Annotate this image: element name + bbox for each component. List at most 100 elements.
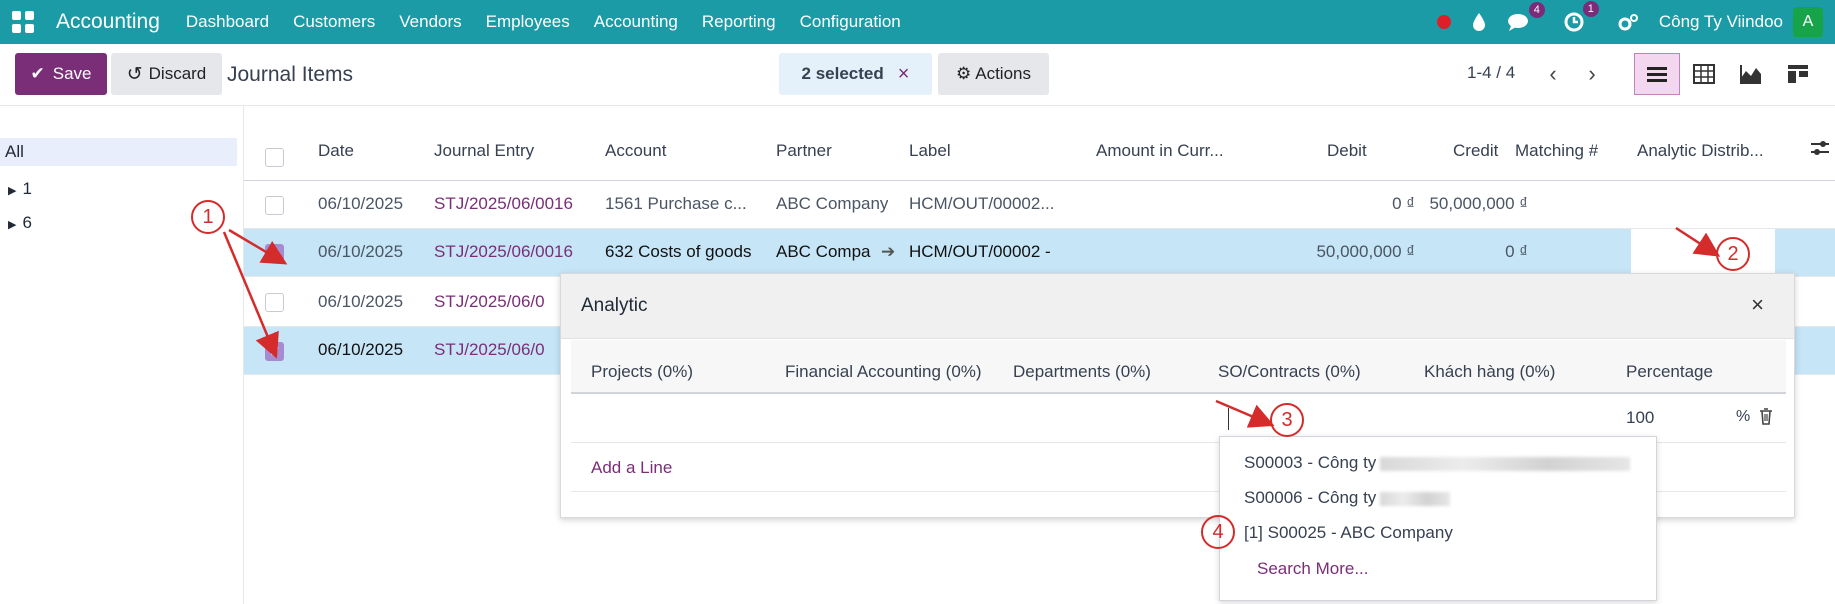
- search-panel-sidebar: All ▶ 1 ▶ 6: [0, 106, 244, 604]
- menu-configuration[interactable]: Configuration: [800, 12, 901, 32]
- col-analytic-distribution[interactable]: Analytic Distrib...: [1637, 141, 1764, 161]
- table-row[interactable]: 06/10/2025 STJ/2025/06/0016 1561 Purchas…: [244, 181, 1835, 229]
- option-label: [1] S00025 - ABC Company: [1244, 523, 1453, 542]
- close-icon[interactable]: ×: [1751, 292, 1764, 318]
- search-more-link[interactable]: Search More...: [1257, 559, 1369, 579]
- col-amount-currency[interactable]: Amount in Curr...: [1096, 141, 1224, 161]
- selected-count: 2 selected: [801, 64, 884, 83]
- add-line-link[interactable]: Add a Line: [591, 458, 672, 478]
- drop-icon[interactable]: [1471, 12, 1487, 32]
- company-switcher[interactable]: Công Ty Viindoo: [1659, 12, 1783, 32]
- kanban-view-icon[interactable]: [1775, 53, 1821, 95]
- annotation-marker-4: 4: [1201, 515, 1235, 549]
- row-checkbox[interactable]: [265, 196, 284, 215]
- actions-label: Actions: [975, 64, 1031, 83]
- cell-partner: ABC Company: [776, 194, 889, 213]
- avatar[interactable]: A: [1793, 7, 1823, 37]
- analytic-popup-title: Analytic: [581, 295, 648, 316]
- cell-date: 06/10/2025: [318, 292, 404, 311]
- top-navbar: Accounting Dashboard Customers Vendors E…: [0, 0, 1835, 44]
- settings-gears-icon[interactable]: [1617, 12, 1639, 32]
- check-icon: ✔: [30, 64, 45, 83]
- col-credit[interactable]: Credit: [1453, 141, 1498, 161]
- menu-reporting[interactable]: Reporting: [702, 12, 776, 32]
- sidebar-group-label: 1: [22, 179, 32, 198]
- graph-view-icon[interactable]: [1728, 53, 1774, 95]
- chat-icon[interactable]: 4: [1507, 2, 1545, 32]
- cell-journal-entry[interactable]: STJ/2025/06/0016: [434, 242, 573, 262]
- pager-value[interactable]: 1-4 / 4: [1467, 63, 1515, 83]
- control-panel: ✔ Save ↺ Discard Journal Items 2 selecte…: [0, 44, 1835, 106]
- chat-badge: 4: [1528, 2, 1545, 18]
- record-icon[interactable]: [1436, 15, 1451, 29]
- pager-previous-icon[interactable]: ‹: [1538, 56, 1568, 92]
- activity-clock-icon[interactable]: 1: [1563, 1, 1599, 33]
- percentage-input[interactable]: 100: [1626, 408, 1654, 428]
- dropdown-option[interactable]: [1] S00025 - ABC Company: [1244, 523, 1453, 543]
- cell-credit: 50,000,000 ₫: [1429, 194, 1528, 213]
- menu-vendors[interactable]: Vendors: [399, 12, 461, 32]
- activity-badge: 1: [1582, 1, 1599, 17]
- actions-button[interactable]: ⚙ Actions: [938, 53, 1049, 95]
- cell-date: 06/10/2025: [318, 340, 404, 359]
- col-so-contracts: SO/Contracts (0%): [1218, 362, 1361, 381]
- save-label: Save: [52, 64, 92, 83]
- option-label: S00006 - Công ty: [1244, 488, 1377, 507]
- row-checkbox[interactable]: [265, 293, 284, 312]
- caret-right-icon: ▶: [8, 185, 17, 197]
- clear-selection-icon[interactable]: ×: [898, 63, 910, 86]
- col-account[interactable]: Account: [605, 141, 666, 161]
- col-date[interactable]: Date: [318, 141, 354, 161]
- col-label[interactable]: Label: [909, 141, 951, 161]
- menu-accounting[interactable]: Accounting: [594, 12, 678, 32]
- cell-journal-entry[interactable]: STJ/2025/06/0: [434, 340, 545, 360]
- sidebar-group-label: 6: [22, 213, 32, 232]
- row-checkbox-checked[interactable]: ✔: [265, 342, 284, 361]
- trash-icon[interactable]: [1758, 407, 1774, 430]
- annotation-marker-2: 2: [1716, 237, 1750, 271]
- pivot-view-icon[interactable]: [1681, 53, 1727, 95]
- percent-sign: %: [1736, 408, 1751, 425]
- save-button[interactable]: ✔ Save: [15, 53, 107, 95]
- app-brand[interactable]: Accounting: [56, 10, 160, 34]
- annotation-marker-3: 3: [1270, 403, 1304, 437]
- cell-credit[interactable]: 0 ₫: [1390, 242, 1528, 262]
- table-row[interactable]: ✔ 06/10/2025 STJ/2025/06/0016 632 Costs …: [244, 229, 1835, 277]
- cell-journal-entry[interactable]: STJ/2025/06/0: [434, 292, 545, 312]
- table-header: Date Journal Entry Account Partner Label…: [244, 106, 1835, 181]
- row-checkbox-checked[interactable]: ✔: [265, 244, 284, 263]
- page-title: Journal Items: [227, 63, 354, 86]
- apps-grid-icon[interactable]: [12, 11, 34, 33]
- sidebar-group-6[interactable]: ▶ 6: [8, 213, 32, 233]
- col-debit[interactable]: Debit: [1327, 141, 1367, 161]
- cell-account[interactable]: 632 Costs of goods: [605, 242, 767, 262]
- menu-customers[interactable]: Customers: [293, 12, 375, 32]
- col-percentage: Percentage: [1626, 362, 1713, 381]
- analytic-distribution-cell[interactable]: [1631, 229, 1775, 277]
- so-contract-autocomplete: S00003 - Công ty S00006 - Công ty [1] S0…: [1219, 436, 1657, 601]
- dropdown-option[interactable]: S00003 - Công ty: [1244, 453, 1631, 473]
- sidebar-group-1[interactable]: ▶ 1: [8, 179, 32, 199]
- optional-columns-icon[interactable]: [1810, 139, 1830, 162]
- menu-employees[interactable]: Employees: [486, 12, 570, 32]
- sidebar-item-all[interactable]: All: [0, 138, 237, 166]
- select-all-checkbox[interactable]: [265, 148, 284, 167]
- cell-journal-entry[interactable]: STJ/2025/06/0016: [434, 194, 573, 214]
- col-partner[interactable]: Partner: [776, 141, 832, 161]
- cell-label: HCM/OUT/00002...: [909, 194, 1055, 213]
- arrow-right-icon[interactable]: ➔: [881, 242, 895, 262]
- list-view-icon[interactable]: [1634, 53, 1680, 95]
- cell-label[interactable]: HCM/OUT/00002 -: [909, 242, 1072, 262]
- dropdown-option[interactable]: S00006 - Công ty: [1244, 488, 1451, 508]
- so-contract-input[interactable]: [1228, 408, 1229, 430]
- col-financial-accounting: Financial Accounting (0%): [785, 362, 982, 381]
- pager-next-icon[interactable]: ›: [1577, 56, 1607, 92]
- option-label: S00003 - Công ty: [1244, 453, 1377, 472]
- analytic-columns-header: Projects (0%) Financial Accounting (0%) …: [571, 340, 1786, 394]
- cell-account: 1561 Purchase c...: [605, 194, 747, 213]
- col-journal-entry[interactable]: Journal Entry: [434, 141, 534, 161]
- cell-partner[interactable]: ABC Compa: [776, 242, 872, 262]
- menu-dashboard[interactable]: Dashboard: [186, 12, 269, 32]
- discard-button[interactable]: ↺ Discard: [111, 53, 222, 95]
- col-matching[interactable]: Matching #: [1515, 141, 1598, 161]
